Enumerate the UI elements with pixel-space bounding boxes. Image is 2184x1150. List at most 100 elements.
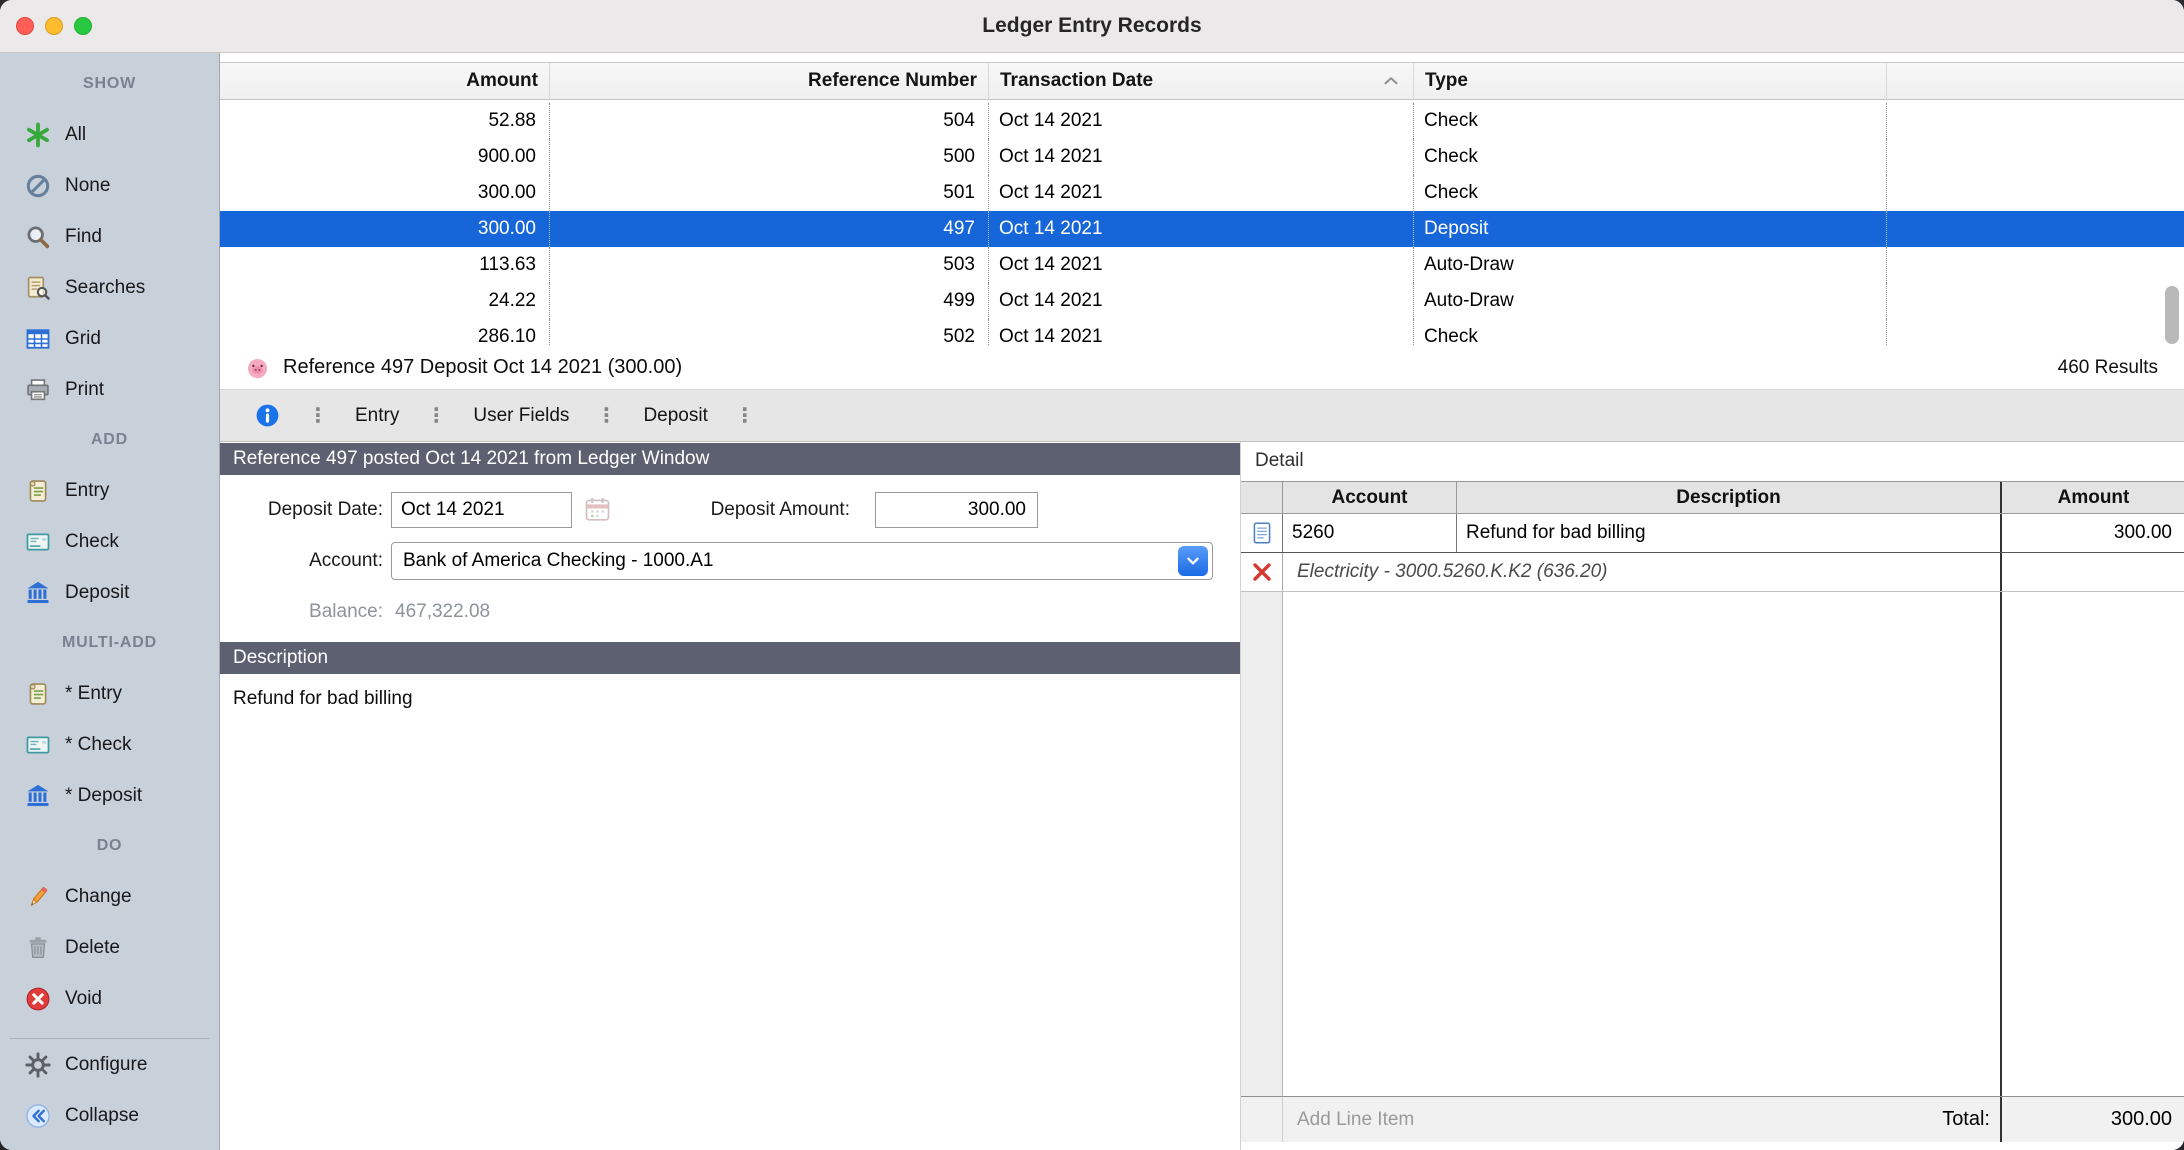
tab-deposit[interactable]: Deposit <box>643 405 707 427</box>
sidebar-item-label: All <box>65 124 86 146</box>
line-item-amount[interactable]: 300.00 <box>2000 514 2184 552</box>
cell-reference: 501 <box>550 175 989 211</box>
cell-empty <box>1887 319 2184 346</box>
titlebar: Ledger Entry Records <box>0 0 2184 53</box>
tab-entry[interactable]: Entry <box>355 405 399 427</box>
table-row[interactable]: 900.00 500 Oct 14 2021 Check <box>220 139 2184 175</box>
sidebar-item-label: Find <box>65 226 102 248</box>
sidebar-item-label: * Entry <box>65 683 122 705</box>
bank-icon <box>24 782 52 810</box>
sidebar-item-collapse[interactable]: Collapse <box>0 1090 219 1141</box>
line-item-description[interactable]: Refund for bad billing <box>1457 514 2000 552</box>
sidebar-section-add: ADD <box>0 415 219 465</box>
total-value: 300.00 <box>2000 1097 2184 1142</box>
summary-bar: Reference 497 Deposit Oct 14 2021 (300.0… <box>220 346 2184 390</box>
sidebar-item-label: Delete <box>65 937 120 959</box>
menu-dots-icon[interactable]: ⋮ <box>596 403 616 428</box>
sidebar-item-find[interactable]: Find <box>0 211 219 262</box>
check-document-icon <box>24 731 52 759</box>
menu-dots-icon[interactable]: ⋮ <box>735 403 755 428</box>
info-icon[interactable] <box>254 402 281 429</box>
red-x-icon[interactable] <box>1250 560 1274 584</box>
void-icon <box>24 985 52 1013</box>
detail-line-item-row[interactable]: 5260 Refund for bad billing 300.00 <box>1241 514 2184 553</box>
sidebar-item-print[interactable]: Print <box>0 364 219 415</box>
deposit-date-input[interactable]: Oct 14 2021 <box>391 492 572 528</box>
pencil-icon <box>24 883 52 911</box>
table-row[interactable]: 24.22 499 Oct 14 2021 Auto-Draw <box>220 283 2184 319</box>
tab-user-fields[interactable]: User Fields <box>473 405 569 427</box>
cell-empty <box>1887 283 2184 319</box>
sidebar-item-searches[interactable]: Searches <box>0 262 219 313</box>
sidebar-item-void[interactable]: Void <box>0 973 219 1024</box>
cell-reference: 502 <box>550 319 989 346</box>
sidebar-item-multi-entry[interactable]: * Entry <box>0 668 219 719</box>
line-item-account[interactable]: 5260 <box>1283 514 1457 552</box>
cell-reference: 500 <box>550 139 989 175</box>
sidebar-item-configure[interactable]: Configure <box>0 1039 219 1090</box>
sidebar-item-label: Configure <box>65 1054 147 1076</box>
vertical-scrollbar[interactable] <box>2165 286 2179 344</box>
sidebar-item-delete[interactable]: Delete <box>0 922 219 973</box>
cell-type: Check <box>1414 319 1887 346</box>
minimize-button[interactable] <box>45 17 63 35</box>
close-button[interactable] <box>16 17 34 35</box>
add-line-item-button[interactable]: Add Line Item <box>1283 1109 1414 1131</box>
subrow-amount-cell <box>2000 553 2184 591</box>
cell-reference: 504 <box>550 103 989 139</box>
footer-icon-cell <box>1241 1097 1283 1142</box>
account-select[interactable]: Bank of America Checking - 1000.A1 <box>391 542 1213 580</box>
detail-icon-column-header <box>1241 482 1283 513</box>
sidebar-item-label: Grid <box>65 328 101 350</box>
account-dropdown-button[interactable] <box>1178 546 1208 576</box>
sidebar-item-all[interactable]: All <box>0 109 219 160</box>
table-row[interactable]: 286.10 502 Oct 14 2021 Check <box>220 319 2184 346</box>
cell-type: Auto-Draw <box>1414 283 1887 319</box>
zoom-button[interactable] <box>74 17 92 35</box>
sidebar-item-multi-deposit[interactable]: * Deposit <box>0 770 219 821</box>
table-row[interactable]: 113.63 503 Oct 14 2021 Auto-Draw <box>220 247 2184 283</box>
balance-label: Balance: <box>220 594 383 630</box>
pig-icon <box>244 354 271 381</box>
cell-empty <box>1887 175 2184 211</box>
total-label: Total: <box>1942 1108 2000 1131</box>
table-row[interactable]: 52.88 504 Oct 14 2021 Check <box>220 103 2184 139</box>
cell-date: Oct 14 2021 <box>989 319 1414 346</box>
sidebar-item-multi-check[interactable]: * Check <box>0 719 219 770</box>
sidebar-item-label: Void <box>65 988 102 1010</box>
bank-icon <box>24 579 52 607</box>
deposit-amount-input[interactable]: 300.00 <box>875 492 1038 528</box>
column-header-reference-number[interactable]: Reference Number <box>550 63 989 99</box>
table-row-selected[interactable]: 300.00 497 Oct 14 2021 Deposit <box>220 211 2184 247</box>
cell-date: Oct 14 2021 <box>989 103 1414 139</box>
sidebar-item-grid[interactable]: Grid <box>0 313 219 364</box>
sidebar-item-entry[interactable]: Entry <box>0 465 219 516</box>
sidebar-item-none[interactable]: None <box>0 160 219 211</box>
column-header-transaction-date[interactable]: Transaction Date <box>989 63 1414 99</box>
menu-dots-icon[interactable]: ⋮ <box>308 403 328 428</box>
detail-pane: Detail Account Description Amount 5260 R… <box>1240 442 2184 1150</box>
cell-amount: 286.10 <box>220 319 550 346</box>
cell-empty <box>1887 139 2184 175</box>
sidebar-item-deposit[interactable]: Deposit <box>0 567 219 618</box>
table-row[interactable]: 300.00 501 Oct 14 2021 Check <box>220 175 2184 211</box>
document-icon[interactable] <box>1249 520 1275 546</box>
cell-amount: 300.00 <box>220 211 550 247</box>
sidebar-item-label: Entry <box>65 480 109 502</box>
deposit-date-label: Deposit Date: <box>220 492 383 528</box>
column-header-type[interactable]: Type <box>1414 63 1887 99</box>
sidebar-item-check[interactable]: Check <box>0 516 219 567</box>
cell-type: Check <box>1414 103 1887 139</box>
collapse-icon <box>24 1102 52 1130</box>
sidebar-section-show: SHOW <box>0 59 219 109</box>
description-text: Refund for bad billing <box>233 688 413 710</box>
sidebar-item-change[interactable]: Change <box>0 871 219 922</box>
sidebar: SHOW All None Find Searches Grid Print A… <box>0 53 220 1150</box>
asterisk-icon <box>24 121 52 149</box>
column-header-amount[interactable]: Amount <box>220 63 550 99</box>
menu-dots-icon[interactable]: ⋮ <box>426 403 446 428</box>
line-item-icon-cell <box>1241 514 1283 552</box>
calendar-icon[interactable] <box>582 494 613 525</box>
sidebar-item-label: * Check <box>65 734 132 756</box>
window-title: Ledger Entry Records <box>982 14 1201 38</box>
